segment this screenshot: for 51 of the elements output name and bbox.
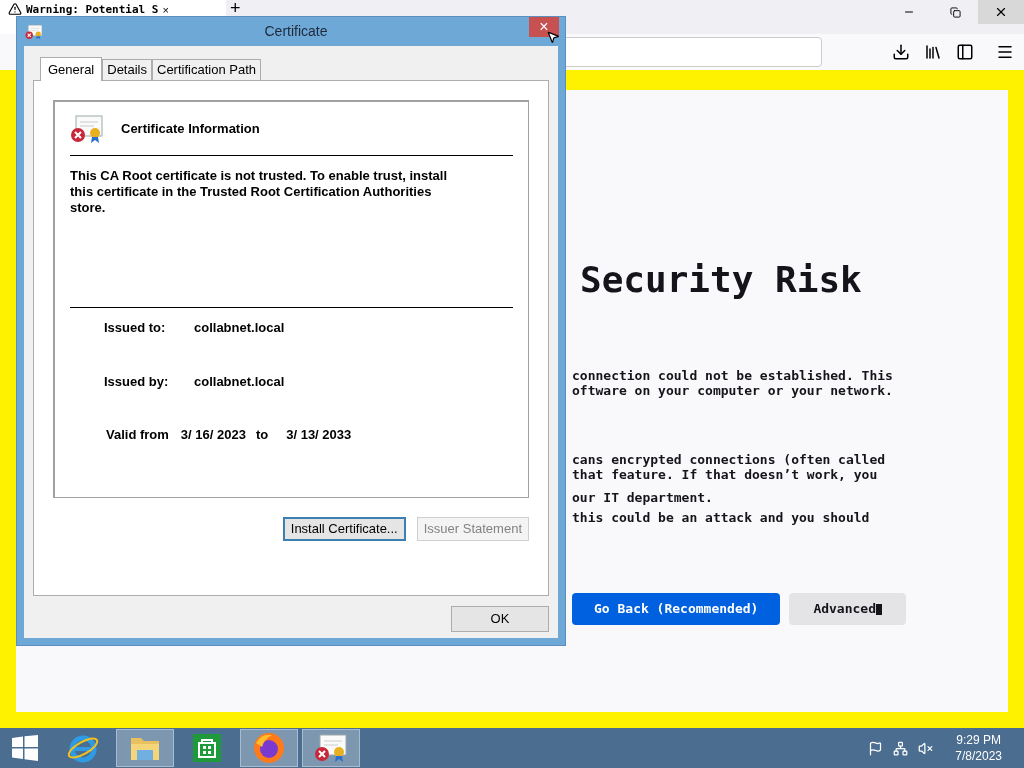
section-heading: Certificate Information <box>121 119 260 138</box>
windows-logo-icon[interactable] <box>12 735 38 761</box>
certificate-info-icon <box>70 113 104 144</box>
library-icon[interactable] <box>924 43 942 61</box>
warning-icon <box>8 2 22 16</box>
certificate-icon <box>314 733 348 763</box>
dialog-tab[interactable]: Details <box>102 59 152 80</box>
dialog-certificate-icon <box>25 23 43 40</box>
clock-date: 7/8/2023 <box>955 748 1002 764</box>
taskbar-button[interactable] <box>240 729 298 767</box>
body-text: our IT department. <box>572 490 714 505</box>
close-icon <box>994 5 1008 19</box>
shopping-bag-icon <box>192 733 222 763</box>
new-tab-button[interactable]: + <box>230 0 241 16</box>
dialog-tab[interactable]: Certification Path <box>152 59 261 80</box>
field-label: Valid from <box>106 426 169 444</box>
body-text: this could be an attack and you should <box>572 510 871 525</box>
muted-speaker-icon[interactable] <box>918 740 934 756</box>
go-back-button[interactable]: Go Back (Recommended) <box>572 593 781 625</box>
field-label: to <box>255 426 269 444</box>
tab-close[interactable]: × <box>162 2 169 19</box>
restore-icon <box>949 6 961 18</box>
sidebar-icon[interactable] <box>956 43 974 61</box>
flag-icon[interactable] <box>868 740 884 756</box>
body-text: oftware on your computer or your network. <box>572 383 894 398</box>
close-window-button[interactable] <box>978 0 1024 24</box>
clock[interactable]: 9:29 PM 7/8/2023 <box>955 732 1002 764</box>
body-text: cans encrypted connections (often called <box>572 452 887 467</box>
field-value: 3/ 13/ 2033 <box>286 426 352 444</box>
dialog-close-button[interactable]: × <box>529 17 559 37</box>
trust-message: This CA Root certificate is not trusted. To enable trust, install this certificate in the Trusted Root Certification Authorities store. <box>70 168 449 217</box>
body-text: that feature. If that doesn’t work, you <box>572 467 879 482</box>
ok-button[interactable]: OK <box>451 606 549 632</box>
field-value: collabnet.local <box>194 319 285 337</box>
taskbar-button[interactable] <box>302 729 360 767</box>
dialog-title: Certificate <box>264 22 328 41</box>
fox-globe-icon <box>252 731 286 765</box>
field-value: collabnet.local <box>194 372 285 391</box>
advanced-button[interactable]: Advanced <box>789 593 906 625</box>
field-label: Issued by: <box>104 372 170 391</box>
dialog-tab[interactable]: General <box>40 57 103 81</box>
install-certificate-button[interactable]: Install Certificate... <box>282 517 406 541</box>
clock-time: 9:29 PM <box>956 732 1001 748</box>
field-value: 3/ 16/ 2023 <box>180 426 246 444</box>
menu-icon[interactable] <box>996 43 1014 61</box>
download-icon[interactable] <box>892 43 910 61</box>
network-icon[interactable] <box>893 740 909 756</box>
page-heading: Security Risk <box>580 258 863 302</box>
tab-title: Warning: Potential S <box>26 2 159 18</box>
field-label: Issued to: <box>104 319 167 337</box>
body-text: connection could not be established. This <box>572 368 894 383</box>
